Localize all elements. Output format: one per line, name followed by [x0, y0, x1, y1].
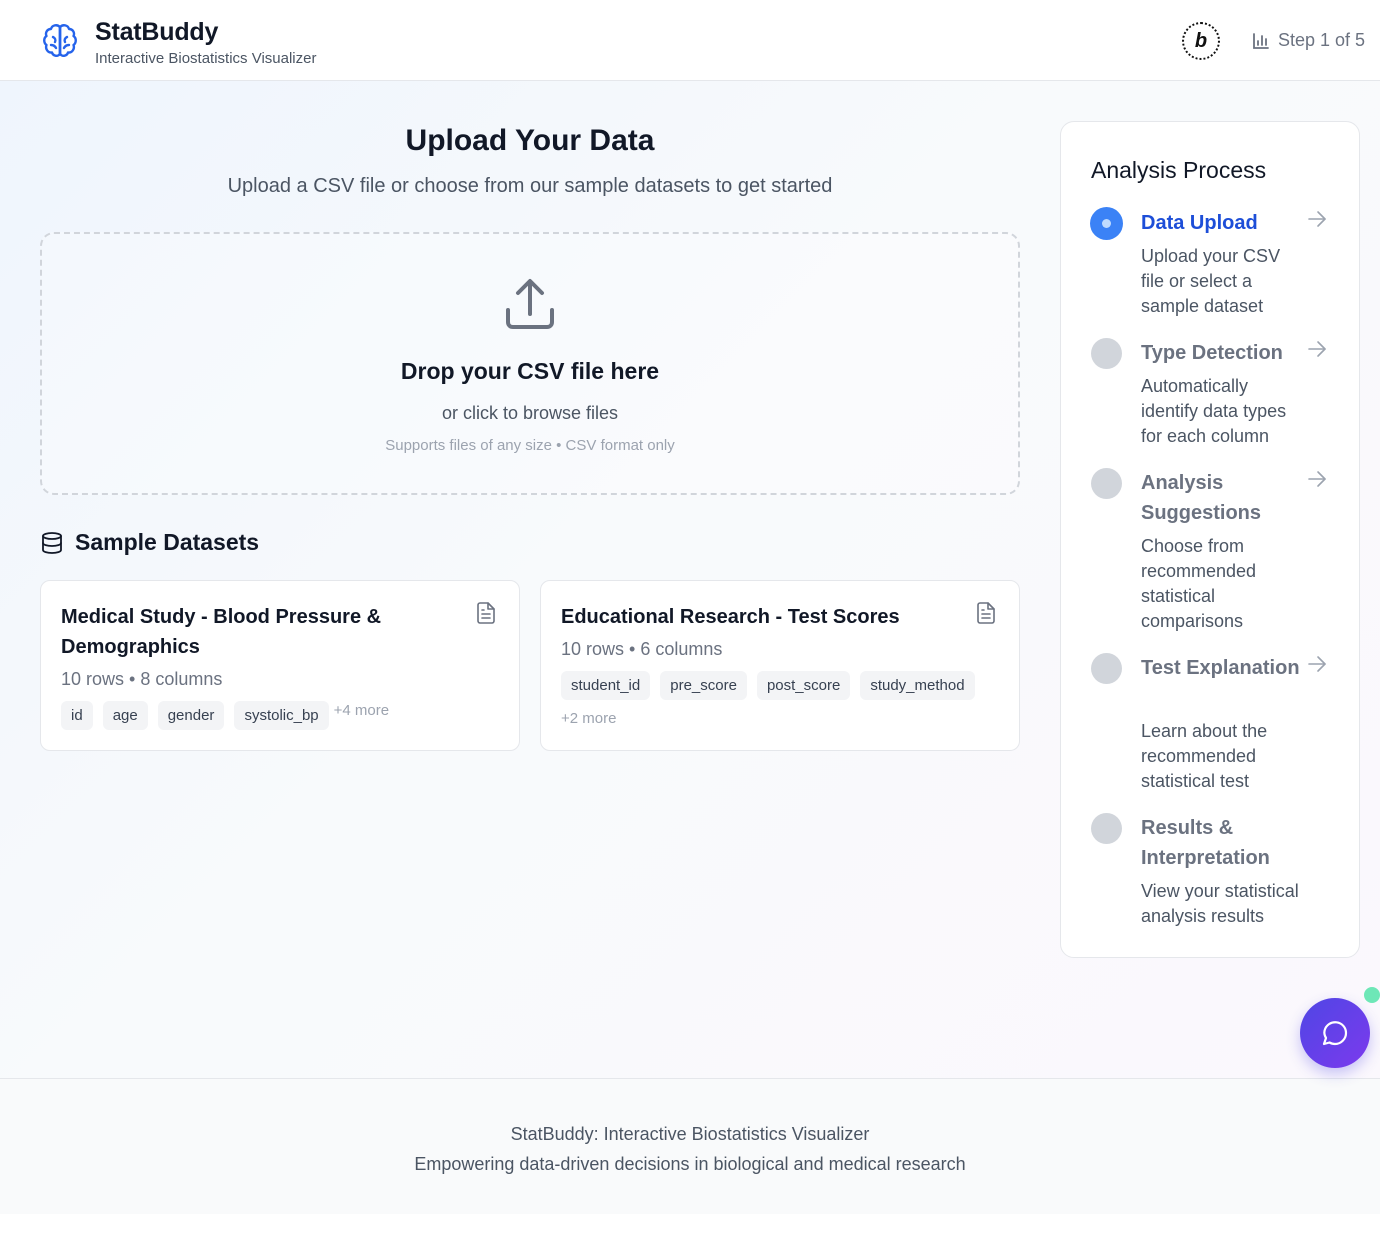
more-columns-label: +2 more: [561, 710, 617, 727]
column-tag: pre_score: [660, 671, 747, 700]
column-tags: student_id pre_score post_score study_me…: [561, 671, 1001, 727]
app-title: StatBuddy: [95, 18, 219, 46]
step-title: Results & Interpretation: [1141, 817, 1270, 869]
arrow-right-icon: [1308, 656, 1326, 672]
sample-datasets-header: Sample Datasets: [40, 529, 259, 556]
column-tag: systolic_bp: [234, 701, 329, 730]
file-text-icon: [477, 602, 495, 624]
step-title: Type Detection: [1141, 342, 1283, 364]
dropzone-browse-text: or click to browse files: [441, 403, 619, 423]
database-icon: [42, 531, 62, 554]
page-subtitle: Upload a CSV file or choose from our sam…: [227, 175, 833, 197]
file-text-icon: [977, 602, 995, 624]
dataset-meta: 10 rows • 8 columns: [61, 669, 223, 689]
column-tag: id: [61, 701, 93, 730]
step-status-dot: [1091, 338, 1122, 369]
csv-dropzone[interactable]: Drop your CSV file here or click to brow…: [40, 232, 1020, 495]
step-status-dot: [1091, 468, 1122, 499]
step-title: Analysis Suggestions: [1141, 472, 1262, 524]
column-tag: gender: [157, 701, 225, 730]
sample-dataset-card-medical[interactable]: Medical Study - Blood Pressure & Demogra…: [40, 580, 520, 751]
dataset-title: Educational Research - Test Scores: [561, 606, 900, 628]
step-title: Test Explanation: [1141, 657, 1300, 679]
step-description: Automatically identify data types for ea…: [1141, 376, 1287, 446]
more-columns-label: +4 more: [333, 702, 390, 719]
step-label: Step 1 of 5: [1278, 30, 1366, 50]
bolt-badge[interactable]: b: [1182, 22, 1220, 60]
column-tag: age: [102, 701, 148, 730]
sample-dataset-card-education[interactable]: Educational Research - Test Scores 10 ro…: [540, 580, 1020, 751]
dataset-meta: 10 rows • 6 columns: [561, 639, 723, 659]
app-header: StatBuddy Interactive Biostatistics Visu…: [0, 0, 1380, 81]
analysis-process-panel: Analysis Process Data Upload Upload your…: [1060, 121, 1360, 958]
message-circle-icon: [1322, 1021, 1348, 1046]
arrow-right-icon: [1308, 471, 1326, 487]
sample-datasets-title: Sample Datasets: [75, 529, 260, 555]
step-description: Upload your CSV file or select a sample …: [1141, 246, 1281, 316]
footer-title: StatBuddy: Interactive Biostatistics Vis…: [510, 1124, 870, 1144]
dropzone-note: Supports files of any size • CSV format …: [385, 437, 675, 454]
app-subtitle: Interactive Biostatistics Visualizer: [95, 50, 317, 67]
dropzone-title: Drop your CSV file here: [400, 358, 660, 384]
upload-icon: [506, 279, 554, 329]
main-content: Upload Your Data Upload a CSV file or ch…: [0, 81, 1380, 1078]
arrow-right-icon: [1308, 341, 1326, 357]
step-title: Data Upload: [1141, 212, 1258, 234]
arrow-right-icon: [1308, 211, 1326, 227]
footer-tagline: Empowering data-driven decisions in biol…: [414, 1154, 966, 1174]
step-description: View your statistical analysis results: [1141, 881, 1299, 926]
step-status-dot: [1091, 653, 1122, 684]
column-tag: post_score: [756, 671, 851, 700]
column-tag: study_method: [860, 671, 975, 700]
chat-button[interactable]: [1300, 998, 1370, 1068]
column-tags: id age gender systolic_bp +4 more: [61, 701, 501, 730]
step-status-dot: [1091, 813, 1122, 844]
process-title: Analysis Process: [1091, 157, 1267, 183]
step-status-dot: [1091, 208, 1122, 239]
footer: StatBuddy: Interactive Biostatistics Vis…: [0, 1078, 1380, 1214]
dataset-title: Medical Study - Blood Pressure & Demogra…: [61, 606, 382, 658]
step-description: Choose from recommended statistical comp…: [1141, 536, 1257, 631]
step-indicator: Step 1 of 5: [1252, 30, 1365, 51]
step-description: Learn about the recommended statistical …: [1141, 721, 1268, 791]
page-title: Upload Your Data: [405, 124, 655, 157]
column-tag: student_id: [561, 671, 651, 700]
online-status-dot: [1364, 987, 1380, 1003]
brain-icon: [43, 24, 77, 57]
bar-chart-icon: [1253, 32, 1269, 49]
